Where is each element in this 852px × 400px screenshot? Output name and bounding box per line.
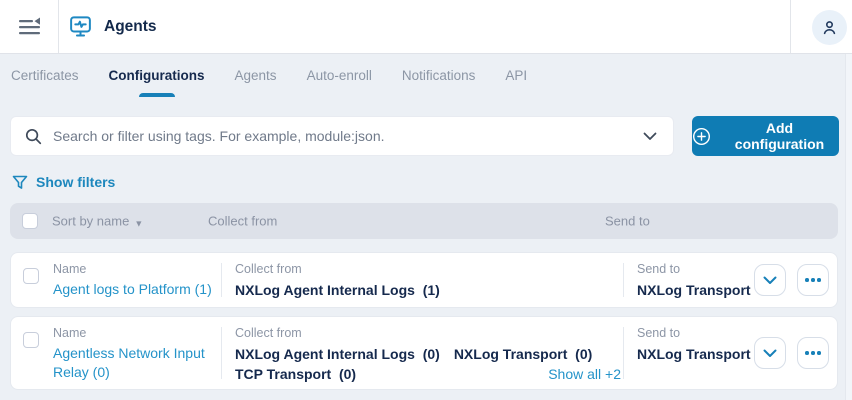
- page-title: Agents: [104, 17, 157, 35]
- search-dropdown-chevron[interactable]: [639, 128, 661, 145]
- chevron-down-icon: [763, 349, 777, 358]
- ellipsis-icon: [805, 278, 821, 282]
- send-to-value: NXLog Transport: [637, 282, 751, 298]
- user-avatar[interactable]: [812, 10, 847, 45]
- send-to-cell: Send to NXLog Transport: [637, 326, 757, 364]
- tab-bar: Certificates Configurations Agents Auto-…: [0, 54, 852, 97]
- collect-from-cell: Collect from NXLog Agent Internal Logs (…: [235, 262, 621, 300]
- plus-circle-icon: [692, 127, 711, 146]
- collect-from-cell-label: Collect from: [235, 262, 302, 276]
- search-icon: [25, 128, 42, 145]
- name-cell-label: Name: [53, 262, 87, 276]
- agents-monitor-icon: [68, 14, 93, 39]
- configuration-name-link[interactable]: Agentless Network Input Relay (0): [53, 344, 219, 382]
- user-icon: [820, 18, 839, 37]
- scrollbar-track[interactable]: [845, 54, 852, 400]
- page-title-group: Agents: [68, 0, 157, 53]
- row-more-actions-button[interactable]: [797, 337, 829, 369]
- agents-page: Agents Certificates Configurations Agent…: [0, 0, 852, 400]
- table-row: Name Agentless Network Input Relay (0) C…: [10, 316, 838, 390]
- row-more-actions-button[interactable]: [797, 264, 829, 296]
- collect-from-value: TCP Transport (0): [235, 366, 357, 382]
- name-cell-label: Name: [53, 326, 87, 340]
- name-cell: Name Agent logs to Platform (1): [53, 262, 219, 299]
- tab-api[interactable]: API: [505, 54, 527, 97]
- row-checkbox[interactable]: [23, 332, 39, 348]
- tab-agents[interactable]: Agents: [235, 54, 277, 97]
- search-bar: [10, 116, 674, 156]
- collect-from-value: NXLog Agent Internal Logs (1): [235, 282, 440, 298]
- cell-divider: [623, 327, 624, 379]
- chevron-down-icon: [643, 132, 657, 141]
- expand-row-button[interactable]: [754, 264, 786, 296]
- collect-from-cell-label: Collect from: [235, 326, 302, 340]
- sort-by-name-header[interactable]: Sort by name ▼: [52, 214, 143, 229]
- collect-from-header: Collect from: [208, 213, 278, 229]
- show-filters-button[interactable]: Show filters: [12, 172, 115, 192]
- sort-by-name-label: Sort by name: [52, 213, 130, 229]
- send-to-cell: Send to NXLog Transport: [637, 262, 757, 300]
- expand-row-button[interactable]: [754, 337, 786, 369]
- topbar-divider-right: [790, 0, 791, 53]
- collect-from-value: NXLog Transport (0): [453, 346, 593, 362]
- show-filters-label: Show filters: [36, 174, 116, 190]
- row-checkbox[interactable]: [23, 268, 39, 284]
- table-header: Sort by name ▼ Collect from Send to: [10, 203, 838, 239]
- select-all-checkbox[interactable]: [22, 213, 38, 229]
- search-input[interactable]: [53, 128, 639, 144]
- collapse-menu-icon: [17, 16, 43, 38]
- name-cell: Name Agentless Network Input Relay (0): [53, 326, 219, 382]
- table-row: Name Agent logs to Platform (1) Collect …: [10, 252, 838, 308]
- collapse-sidebar-button[interactable]: [12, 14, 48, 40]
- tab-notifications[interactable]: Notifications: [402, 54, 476, 97]
- send-to-header: Send to: [605, 213, 650, 229]
- send-to-cell-label: Send to: [637, 262, 681, 276]
- cell-divider: [221, 263, 222, 297]
- send-to-value: NXLog Transport: [637, 346, 751, 362]
- collect-from-value: NXLog Agent Internal Logs (0): [235, 346, 440, 362]
- tab-certificates[interactable]: Certificates: [11, 54, 79, 97]
- tab-configurations[interactable]: Configurations: [109, 54, 205, 97]
- send-to-cell-label: Send to: [637, 326, 681, 340]
- add-configuration-button[interactable]: Add configuration: [692, 116, 839, 156]
- ellipsis-icon: [805, 351, 821, 355]
- add-configuration-label: Add configuration: [734, 120, 825, 152]
- top-bar: Agents: [0, 0, 852, 54]
- collect-from-cell: Collect from NXLog Agent Internal Logs (…: [235, 326, 621, 384]
- sort-direction-icon: ▼: [134, 218, 144, 228]
- chevron-down-icon: [763, 276, 777, 285]
- tab-auto-enroll[interactable]: Auto-enroll: [307, 54, 372, 97]
- configuration-name-link[interactable]: Agent logs to Platform (1): [53, 280, 212, 299]
- topbar-divider-left: [58, 0, 59, 53]
- cell-divider: [623, 263, 624, 297]
- cell-divider: [221, 327, 222, 379]
- show-all-link[interactable]: Show all +2: [548, 366, 621, 382]
- filter-funnel-icon: [12, 175, 28, 190]
